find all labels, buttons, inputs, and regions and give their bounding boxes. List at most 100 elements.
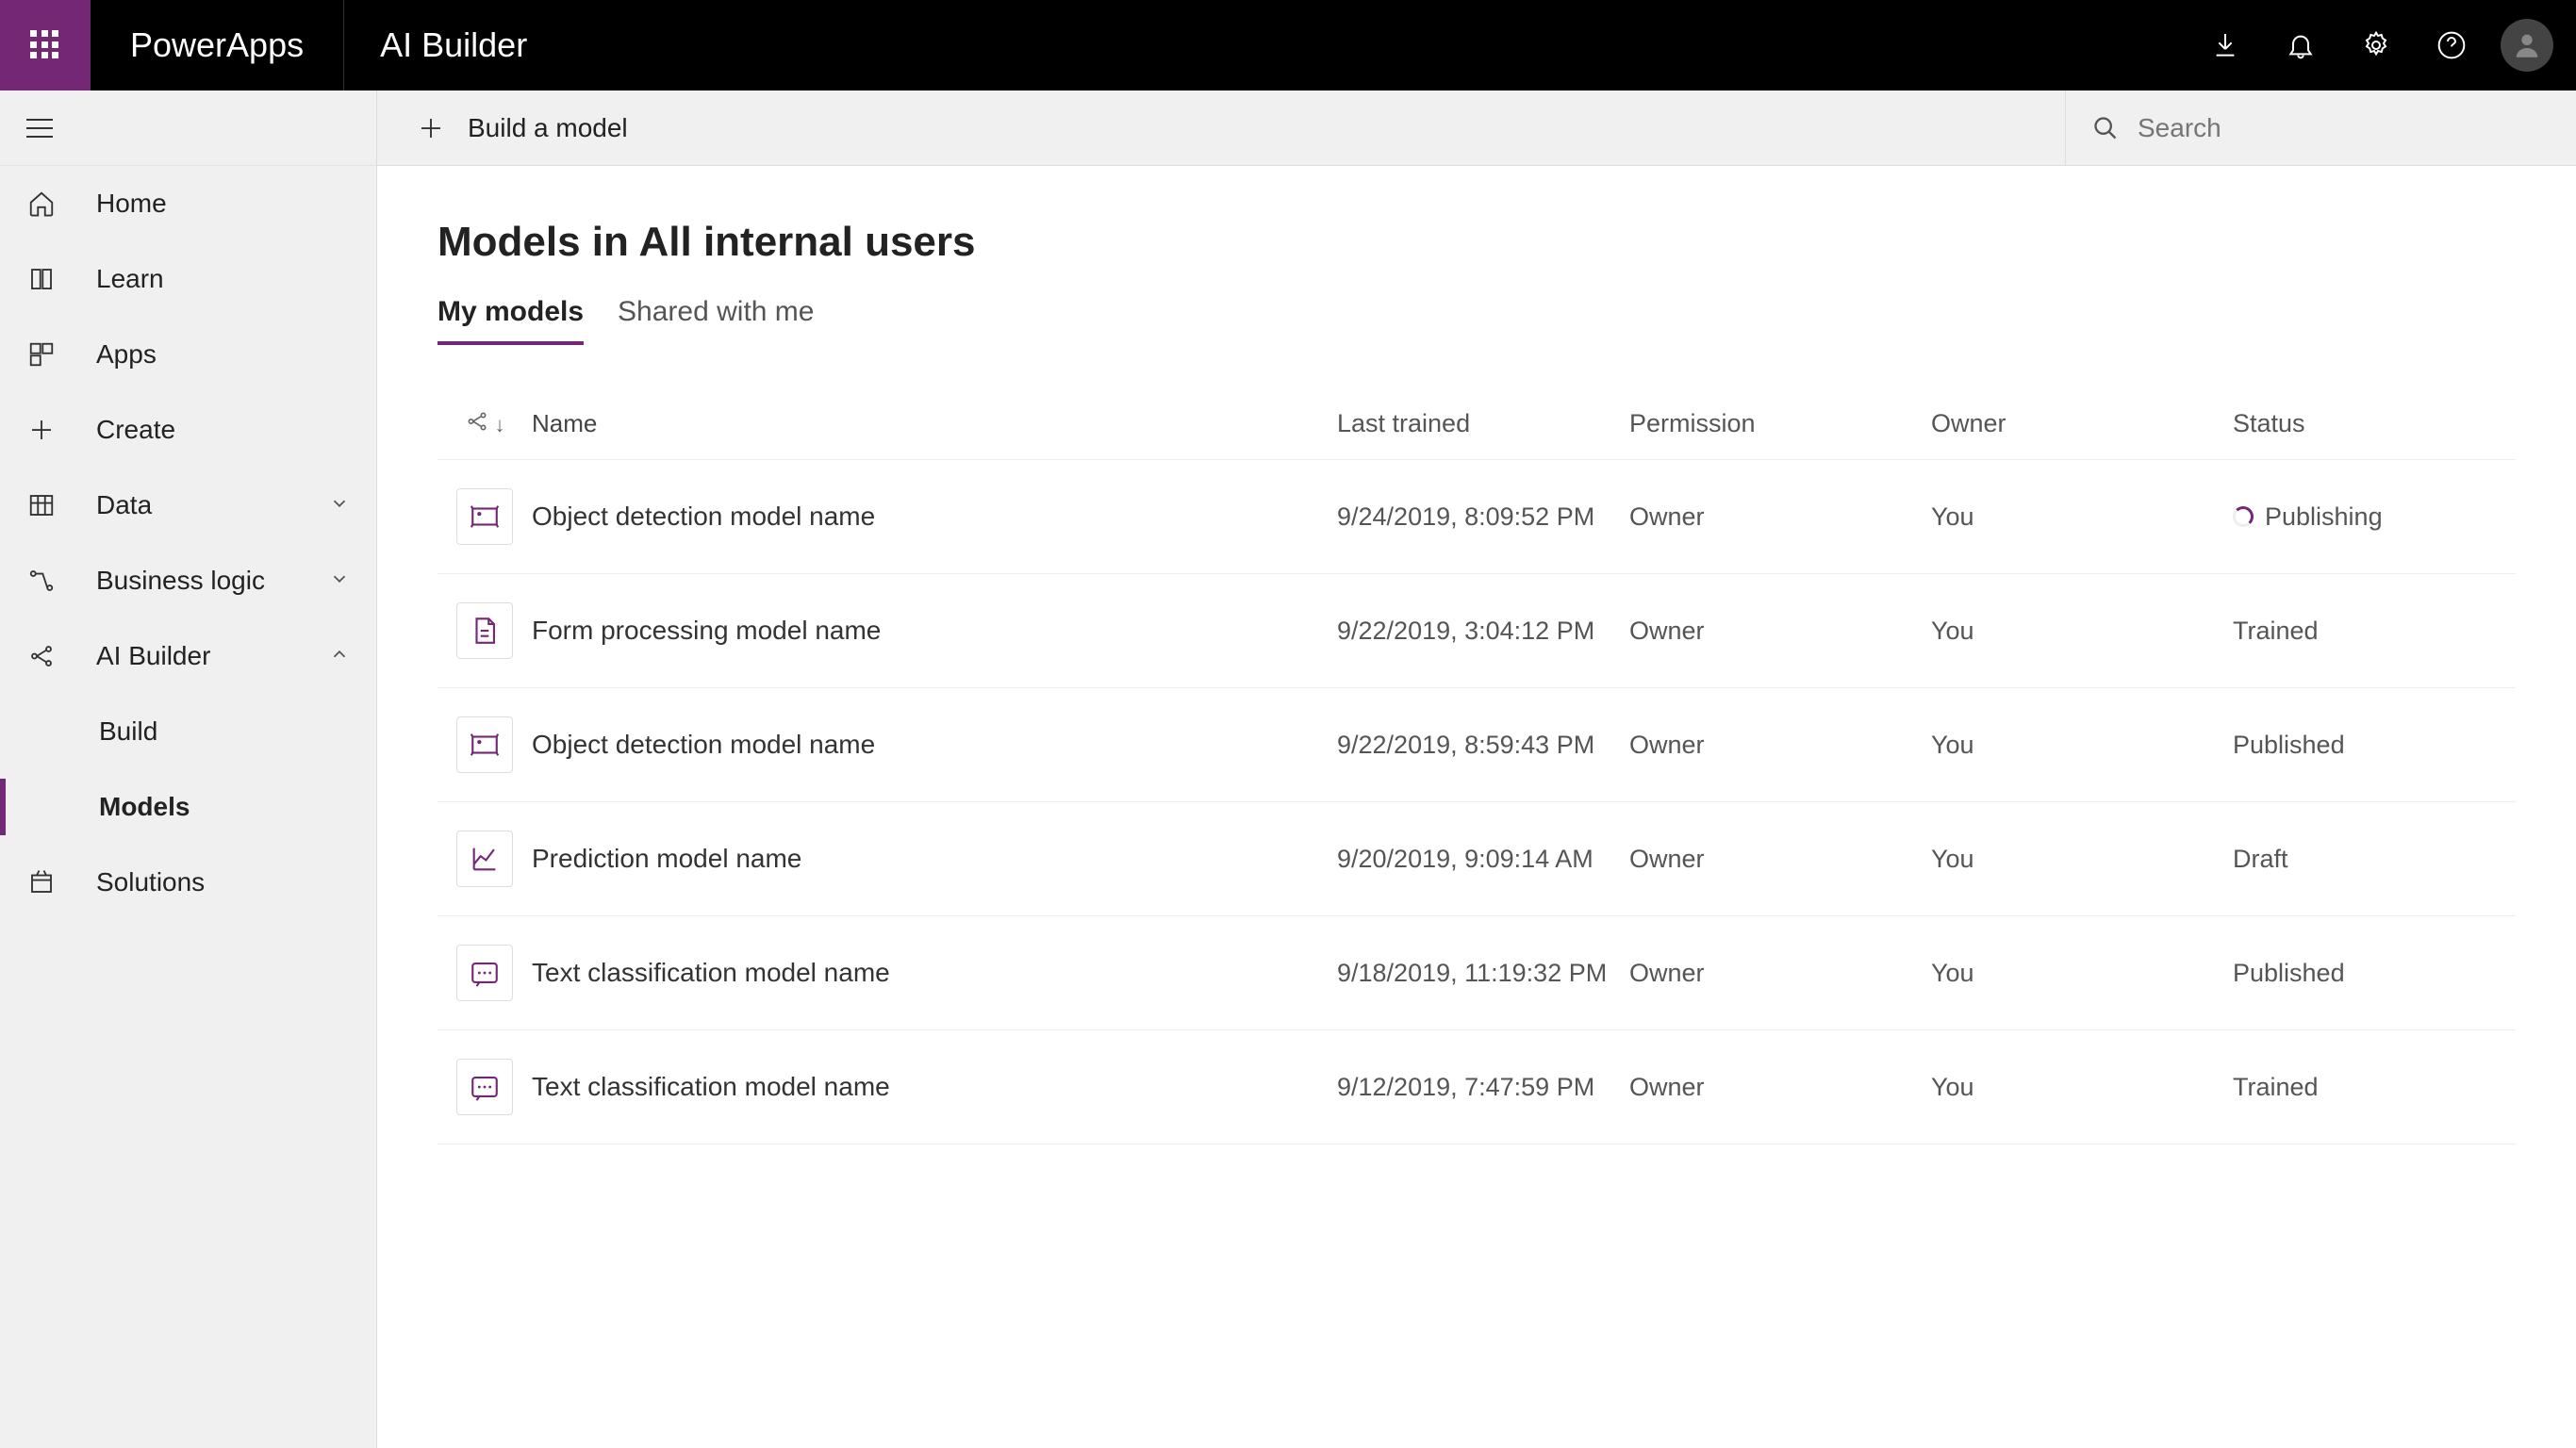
model-last-trained: 9/12/2019, 7:47:59 PM xyxy=(1337,1073,1629,1102)
table-row[interactable]: Text classification model name9/18/2019,… xyxy=(438,916,2516,1030)
help-icon xyxy=(2436,30,2467,60)
model-status: Published xyxy=(2233,731,2516,760)
sort-arrow-icon[interactable]: ↓ xyxy=(495,413,505,437)
app-header: PowerApps AI Builder xyxy=(0,0,2576,90)
model-permission: Owner xyxy=(1629,959,1931,988)
download-button[interactable] xyxy=(2188,0,2263,90)
model-status: Trained xyxy=(2233,617,2516,646)
model-owner: You xyxy=(1931,617,2233,646)
column-owner[interactable]: Owner xyxy=(1931,409,2233,440)
sidebar-item-label: Apps xyxy=(96,339,157,370)
flow-icon xyxy=(26,566,57,596)
build-model-button[interactable]: Build a model xyxy=(417,113,628,143)
solutions-icon xyxy=(26,867,57,897)
model-last-trained: 9/24/2019, 8:09:52 PM xyxy=(1337,502,1629,532)
model-name: Object detection model name xyxy=(532,502,1337,532)
sidebar-item-label: Build xyxy=(99,716,157,747)
chevron-down-icon xyxy=(329,566,350,596)
sidebar-item-label: Home xyxy=(96,189,167,219)
model-name: Prediction model name xyxy=(532,844,1337,874)
model-name: Text classification model name xyxy=(532,958,1337,988)
table-row[interactable]: Object detection model name9/22/2019, 8:… xyxy=(438,688,2516,802)
sidebar-item-models[interactable]: Models xyxy=(0,769,376,845)
sidebar: Home Learn Apps Create Data Business log… xyxy=(0,90,377,1448)
tab-shared[interactable]: Shared with me xyxy=(618,296,814,345)
search-area xyxy=(2065,90,2536,165)
model-name: Object detection model name xyxy=(532,730,1337,760)
model-owner: You xyxy=(1931,959,2233,988)
table-row[interactable]: Form processing model name9/22/2019, 3:0… xyxy=(438,574,2516,688)
spinner-icon xyxy=(2233,506,2254,527)
person-icon xyxy=(2511,29,2543,61)
table-row[interactable]: Prediction model name9/20/2019, 9:09:14 … xyxy=(438,802,2516,916)
model-status: Publishing xyxy=(2233,502,2516,532)
search-icon xyxy=(2092,115,2119,141)
sidebar-item-learn[interactable]: Learn xyxy=(0,241,376,317)
sidebar-item-create[interactable]: Create xyxy=(0,392,376,468)
app-name[interactable]: PowerApps xyxy=(91,0,344,90)
sidebar-item-label: Business logic xyxy=(96,566,265,596)
model-permission: Owner xyxy=(1629,1073,1931,1102)
column-last-trained[interactable]: Last trained xyxy=(1337,409,1629,440)
home-icon xyxy=(26,189,57,219)
table-header-row: ↓ Name Last trained Permission Owner Sta… xyxy=(438,390,2516,460)
model-name: Form processing model name xyxy=(532,616,1337,646)
sidebar-item-label: Solutions xyxy=(96,867,205,897)
model-owner: You xyxy=(1931,845,2233,874)
model-permission: Owner xyxy=(1629,845,1931,874)
column-permission[interactable]: Permission xyxy=(1629,409,1931,440)
sidebar-item-home[interactable]: Home xyxy=(0,166,376,241)
model-last-trained: 9/18/2019, 11:19:32 PM xyxy=(1337,959,1629,988)
status-text: Published xyxy=(2233,731,2345,760)
model-owner: You xyxy=(1931,1073,2233,1102)
status-text: Draft xyxy=(2233,845,2288,874)
sidebar-item-data[interactable]: Data xyxy=(0,468,376,543)
hamburger-toggle[interactable] xyxy=(0,90,376,166)
sidebar-item-ai-builder[interactable]: AI Builder xyxy=(0,618,376,694)
table-row[interactable]: Text classification model name9/12/2019,… xyxy=(438,1030,2516,1144)
waffle-menu-button[interactable] xyxy=(0,0,91,90)
plus-icon xyxy=(417,114,445,142)
user-avatar[interactable] xyxy=(2501,19,2553,72)
models-table: ↓ Name Last trained Permission Owner Sta… xyxy=(438,390,2516,1144)
sidebar-item-label: Models xyxy=(99,792,190,822)
status-text: Trained xyxy=(2233,617,2319,646)
tab-my-models[interactable]: My models xyxy=(438,296,584,345)
model-type-icon[interactable] xyxy=(465,409,489,440)
notifications-button[interactable] xyxy=(2263,0,2338,90)
help-button[interactable] xyxy=(2414,0,2489,90)
model-last-trained: 9/20/2019, 9:09:14 AM xyxy=(1337,845,1629,874)
model-type-icon xyxy=(456,945,513,1001)
sidebar-item-build[interactable]: Build xyxy=(0,694,376,769)
settings-button[interactable] xyxy=(2338,0,2414,90)
build-model-label: Build a model xyxy=(468,113,628,143)
column-name[interactable]: Name xyxy=(532,409,1337,440)
command-bar: Build a model xyxy=(377,90,2576,166)
bell-icon xyxy=(2286,30,2316,60)
model-last-trained: 9/22/2019, 8:59:43 PM xyxy=(1337,731,1629,760)
download-icon xyxy=(2210,30,2240,60)
sidebar-item-apps[interactable]: Apps xyxy=(0,317,376,392)
model-status: Published xyxy=(2233,959,2516,988)
table-row[interactable]: Object detection model name9/24/2019, 8:… xyxy=(438,460,2516,574)
sidebar-item-label: Learn xyxy=(96,264,164,294)
column-status[interactable]: Status xyxy=(2233,409,2516,440)
model-owner: You xyxy=(1931,731,2233,760)
model-type-icon xyxy=(456,1059,513,1115)
status-text: Trained xyxy=(2233,1073,2319,1102)
sidebar-item-label: AI Builder xyxy=(96,641,210,671)
model-status: Draft xyxy=(2233,845,2516,874)
content-title: Models in All internal users xyxy=(438,219,2516,266)
gear-icon xyxy=(2361,30,2391,60)
page-title: AI Builder xyxy=(344,25,563,65)
chevron-up-icon xyxy=(329,641,350,671)
model-type-icon xyxy=(456,488,513,545)
sidebar-item-label: Data xyxy=(96,490,152,520)
hamburger-icon xyxy=(26,119,53,138)
sidebar-item-solutions[interactable]: Solutions xyxy=(0,845,376,920)
search-input[interactable] xyxy=(2138,113,2510,143)
model-owner: You xyxy=(1931,502,2233,532)
model-permission: Owner xyxy=(1629,731,1931,760)
apps-icon xyxy=(26,339,57,370)
sidebar-item-business-logic[interactable]: Business logic xyxy=(0,543,376,618)
